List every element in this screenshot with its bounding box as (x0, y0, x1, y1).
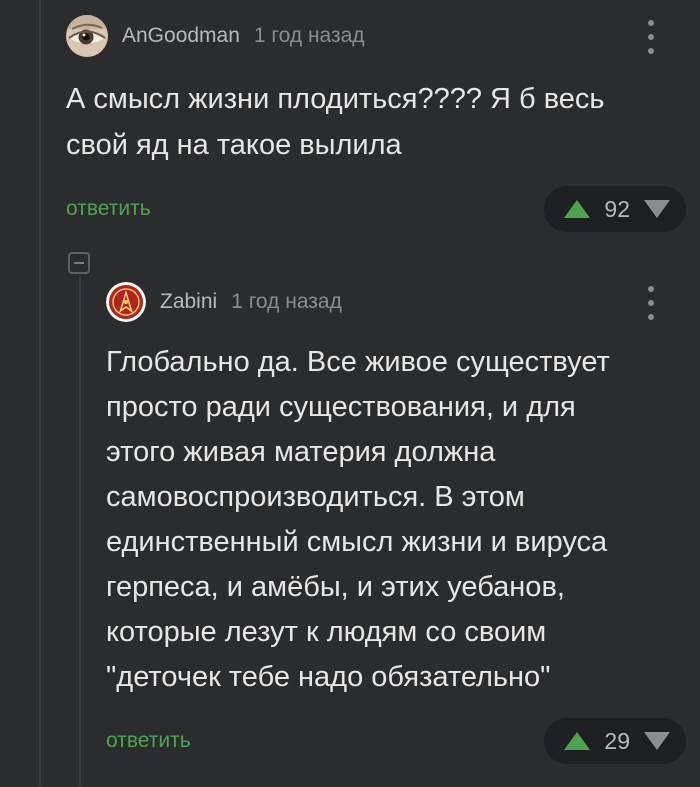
comment-line: самовоспроизводиться. В этом (106, 481, 525, 513)
downvote-icon[interactable] (644, 200, 670, 218)
vote-count: 29 (604, 727, 630, 754)
vote-count: 92 (604, 195, 630, 222)
more-options-icon[interactable] (644, 286, 658, 320)
comment-line: "деточек тебе надо обязательно" (106, 661, 551, 693)
comment-text: Глобально да. Все живое существует прост… (106, 340, 686, 700)
comment-thread: AnGoodman 1 год назад А смысл жизни плод… (0, 0, 700, 787)
downvote-icon[interactable] (644, 732, 670, 750)
comment-footer: ответить 29 (106, 718, 686, 764)
upvote-icon[interactable] (564, 200, 591, 218)
collapse-branch-button[interactable] (68, 252, 90, 274)
starfleet-badge-avatar-icon (106, 282, 146, 322)
timestamp: 1 год назад (253, 24, 365, 47)
comment-line: которые лезут к людям со своим (106, 616, 547, 648)
comment-line: Глобально да. Все живое существует (106, 346, 610, 378)
comment-reply: Zabini 1 год назад Глобально да. Все жив… (106, 280, 686, 764)
comment-header: Zabini 1 год назад (106, 280, 686, 324)
avatar[interactable] (106, 282, 146, 322)
upvote-icon[interactable] (564, 732, 591, 750)
comment-text: А смысл жизни плодиться???? Я б весь сво… (66, 76, 686, 168)
vote-pill: 29 (544, 718, 686, 764)
timestamp: 1 год назад (231, 290, 342, 313)
reply-button[interactable]: ответить (66, 197, 151, 221)
comment-footer: ответить 92 (66, 186, 686, 232)
avatar[interactable] (66, 15, 108, 57)
comment-line: этого живая материя должна (106, 436, 496, 468)
comment-line: А смысл жизни плодиться???? Я б весь (66, 83, 605, 115)
comment: AnGoodman 1 год назад А смысл жизни плод… (66, 14, 686, 232)
more-options-icon[interactable] (644, 20, 658, 54)
reply-button[interactable]: ответить (106, 729, 191, 753)
nested-thread-line[interactable] (79, 276, 81, 787)
comment-line: свой яд на такое вылила (66, 129, 402, 161)
username[interactable]: AnGoodman (122, 24, 240, 48)
comment-line: единственный смысл жизни и вируса (106, 526, 608, 558)
comment-line: просто ради существования, и для (106, 391, 576, 423)
vote-pill: 92 (544, 186, 686, 232)
eye-avatar-icon (66, 15, 108, 57)
comment-header: AnGoodman 1 год назад (66, 14, 686, 58)
comment-line: герпеса, и амёбы, и этих уебанов, (106, 571, 565, 603)
thread-line[interactable] (39, 0, 41, 787)
username[interactable]: Zabini (160, 290, 217, 314)
